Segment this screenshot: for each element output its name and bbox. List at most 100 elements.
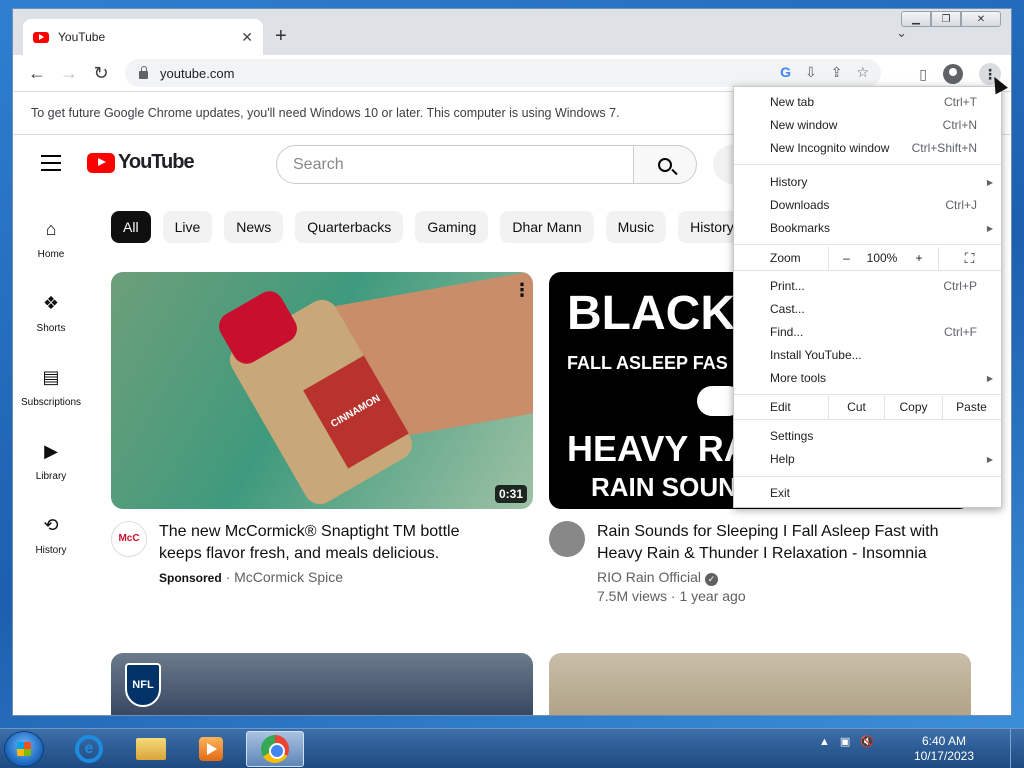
home-icon: ⌂ <box>45 219 57 239</box>
menu-shortcut: Ctrl+F <box>944 325 977 339</box>
google-translate-icon[interactable]: G <box>780 64 791 81</box>
sidebar-item-shorts[interactable]: ❖ Shorts <box>13 281 89 355</box>
omnibox-icons: G ⇩ ⇪ ☆ <box>780 64 869 81</box>
show-desktop-button[interactable] <box>1010 729 1024 768</box>
tab-youtube[interactable]: YouTube ✕ <box>23 19 263 55</box>
menu-item-settings[interactable]: Settings <box>734 425 1001 448</box>
start-button[interactable] <box>4 731 44 767</box>
sidebar-item-history[interactable]: ⟲ History <box>13 503 89 577</box>
search-button[interactable] <box>634 145 697 184</box>
video-thumbnail[interactable]: CINNAMON 0:31 <box>111 272 533 509</box>
menu-item-new-incognito[interactable]: New Incognito window Ctrl+Shift+N <box>734 137 1001 160</box>
sidebar-item-library[interactable]: ▶ Library <box>13 429 89 503</box>
clock[interactable]: 6:40 AM 10/17/2023 <box>914 734 974 764</box>
chip-music[interactable]: Music <box>605 211 667 243</box>
chip-live[interactable]: Live <box>162 211 213 243</box>
video-thumbnail[interactable] <box>549 653 971 715</box>
taskbar-chrome[interactable] <box>246 731 304 767</box>
taskbar-ie[interactable]: e <box>60 731 118 767</box>
menu-item-label: New tab <box>770 95 815 109</box>
folder-icon <box>136 738 166 760</box>
filter-chips: All Live News Quarterbacks Gaming Dhar M… <box>111 211 746 243</box>
fullscreen-icon[interactable]: ⛶ <box>938 247 1000 270</box>
video-title[interactable]: The new McCormick® Snaptight TM bottle k… <box>159 521 499 565</box>
menu-item-cast[interactable]: Cast... <box>734 298 1001 321</box>
menu-item-install[interactable]: Install YouTube... <box>734 344 1001 367</box>
menu-item-more-tools[interactable]: More tools ▶ <box>734 367 1001 390</box>
minimize-button[interactable]: ▁ <box>901 11 931 27</box>
install-app-icon[interactable]: ⇩ <box>805 64 817 81</box>
zoom-in-button[interactable]: + <box>900 247 938 270</box>
chip-dhar-mann[interactable]: Dhar Mann <box>500 211 594 243</box>
video-thumbnail[interactable]: NFL <box>111 653 533 715</box>
back-arrow-icon[interactable]: ← <box>21 63 53 84</box>
taskbar-media-player[interactable] <box>182 731 240 767</box>
youtube-sidebar: ⌂ Home ❖ Shorts ▤ Subscriptions ▶ Librar… <box>13 207 89 577</box>
reload-icon[interactable]: ↻ <box>85 63 117 84</box>
bookmark-star-icon[interactable]: ☆ <box>856 64 869 81</box>
url-text[interactable]: youtube.com <box>160 66 234 81</box>
chip-quarterbacks[interactable]: Quarterbacks <box>295 211 404 243</box>
forward-arrow-icon[interactable]: → <box>53 63 85 84</box>
tab-close-icon[interactable]: ✕ <box>241 29 253 46</box>
share-icon[interactable]: ⇪ <box>831 64 843 81</box>
tab-search-chevron-icon[interactable]: ⌄ <box>896 25 907 41</box>
taskbar-explorer[interactable] <box>122 731 180 767</box>
lock-icon[interactable] <box>139 65 148 79</box>
menu-item-downloads[interactable]: Downloads Ctrl+J <box>734 194 1001 217</box>
search-input[interactable]: Search <box>276 145 634 184</box>
new-tab-button[interactable]: + <box>275 25 287 48</box>
clock-date: 10/17/2023 <box>913 749 974 763</box>
submenu-arrow-icon: ▶ <box>986 455 993 464</box>
menu-item-find[interactable]: Find... Ctrl+F <box>734 321 1001 344</box>
youtube-logo[interactable]: YouTube <box>87 151 195 174</box>
more-options-icon[interactable]: ⋮ <box>513 280 531 301</box>
menu-item-bookmarks[interactable]: Bookmarks ▶ <box>734 217 1001 240</box>
channel-name[interactable]: RIO Rain Official <box>597 569 701 585</box>
menu-shortcut: Ctrl+T <box>944 95 977 109</box>
submenu-arrow-icon: ▶ <box>986 224 993 233</box>
chip-all[interactable]: All <box>111 211 151 243</box>
menu-item-new-window[interactable]: New window Ctrl+N <box>734 114 1001 137</box>
volume-muted-icon[interactable]: 🔇 <box>860 735 874 748</box>
sidebar-item-label: Subscriptions <box>20 397 82 408</box>
zoom-out-button[interactable]: – <box>828 247 864 270</box>
sidebar-item-subscriptions[interactable]: ▤ Subscriptions <box>13 355 89 429</box>
restore-button[interactable]: ❐ <box>931 11 961 27</box>
channel-avatar[interactable]: McC <box>111 521 147 557</box>
channel-avatar[interactable] <box>549 521 585 557</box>
menu-item-label: Settings <box>770 429 814 443</box>
chip-gaming[interactable]: Gaming <box>415 211 489 243</box>
sidebar-item-label: Home <box>37 249 65 260</box>
close-window-button[interactable]: ✕ <box>961 11 1001 27</box>
network-icon[interactable]: ▣ <box>840 735 850 748</box>
cut-button[interactable]: Cut <box>828 396 884 419</box>
video-channel-line: RIO Rain Official ✓ <box>597 569 957 586</box>
video-title[interactable]: Rain Sounds for Sleeping I Fall Asleep F… <box>597 521 957 565</box>
tray-expand-icon[interactable]: ▲ <box>819 736 830 748</box>
menu-item-print[interactable]: Print... Ctrl+P <box>734 275 1001 298</box>
paste-button[interactable]: Paste <box>942 396 1000 419</box>
media-player-icon <box>199 737 223 761</box>
menu-item-help[interactable]: Help ▶ <box>734 448 1001 471</box>
video-card[interactable]: CINNAMON 0:31 McC The new McCormick® Sna… <box>111 272 533 585</box>
channel-name[interactable]: McCormick Spice <box>234 569 343 585</box>
dot-separator: · <box>225 569 235 585</box>
chip-news[interactable]: News <box>224 211 284 243</box>
youtube-favicon-icon <box>33 31 49 43</box>
address-bar[interactable]: youtube.com G ⇩ ⇪ ☆ <box>125 59 881 87</box>
sidebar-item-label: History <box>35 545 67 556</box>
side-panel-icon[interactable]: ▯ <box>919 66 927 83</box>
profile-avatar-icon[interactable] <box>943 64 963 84</box>
menu-separator <box>734 270 1001 271</box>
menu-item-label: History <box>770 175 808 189</box>
youtube-logo-text: YouTube <box>118 151 195 173</box>
menu-item-new-tab[interactable]: New tab Ctrl+T <box>734 91 1001 114</box>
zoom-level: 100% <box>866 251 898 265</box>
sidebar-item-home[interactable]: ⌂ Home <box>13 207 89 281</box>
menu-item-exit[interactable]: Exit <box>734 482 1001 505</box>
chrome-main-menu: New tab Ctrl+T New window Ctrl+N New Incog… <box>733 86 1002 508</box>
copy-button[interactable]: Copy <box>884 396 942 419</box>
hamburger-menu-icon[interactable] <box>41 155 61 176</box>
menu-item-history[interactable]: History ▶ <box>734 171 1001 194</box>
